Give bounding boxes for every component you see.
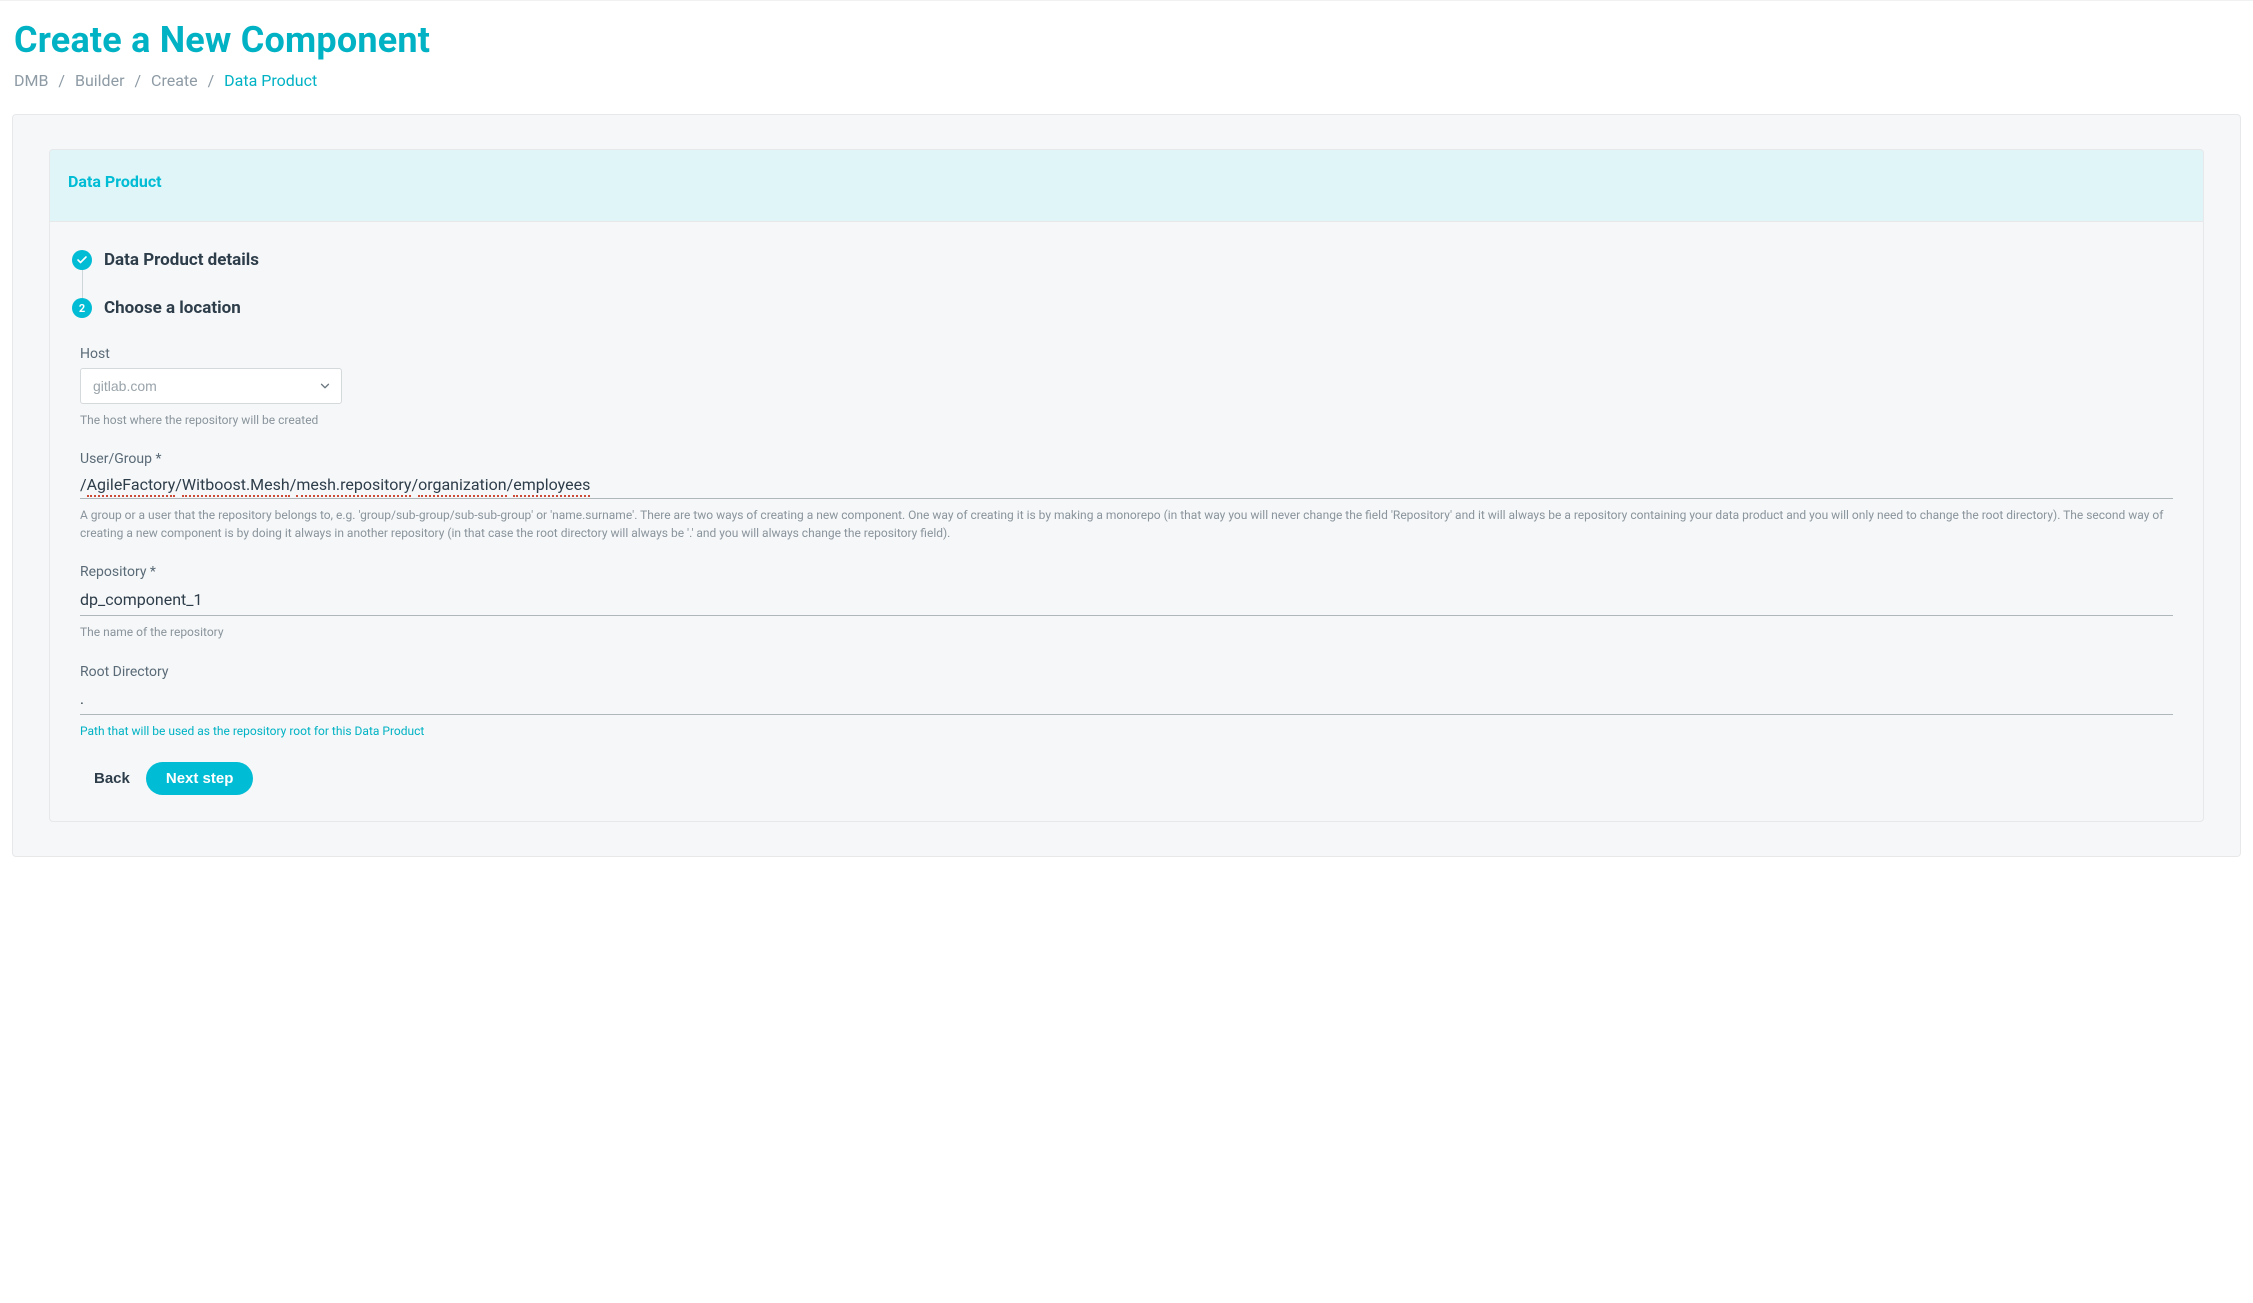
form: Host The host where the repository will … [50, 328, 2203, 821]
breadcrumb-item[interactable]: Create [151, 71, 198, 90]
host-label: Host [80, 346, 2173, 362]
field-repository: Repository The name of the repository [80, 564, 2173, 641]
repository-help: The name of the repository [80, 624, 2173, 641]
check-icon [72, 250, 92, 270]
root-directory-input[interactable] [80, 686, 2173, 715]
form-card: Data Product Data Product details 2 Choo… [49, 149, 2204, 822]
root-directory-label: Root Directory [80, 664, 2173, 680]
breadcrumb-separator: / [208, 71, 215, 90]
next-step-button[interactable]: Next step [146, 762, 254, 795]
breadcrumb-item-current: Data Product [224, 71, 317, 90]
user-group-help: A group or a user that the repository be… [80, 507, 2173, 542]
breadcrumb-item[interactable]: Builder [75, 71, 125, 90]
step-completed[interactable]: Data Product details [72, 250, 2181, 270]
stepper: Data Product details 2 Choose a location [50, 222, 2203, 328]
repository-label: Repository [80, 564, 2173, 580]
form-actions: Back Next step [80, 762, 2173, 795]
breadcrumb-separator: / [134, 71, 141, 90]
main-panel: Data Product Data Product details 2 Choo… [12, 114, 2241, 857]
host-help: The host where the repository will be cr… [80, 412, 2173, 429]
page-title: Create a New Component [14, 19, 2247, 61]
step-label: Data Product details [104, 250, 259, 270]
field-user-group: User/Group /AgileFactory/Witboost.Mesh/m… [80, 451, 2173, 542]
field-root-directory: Root Directory Path that will be used as… [80, 664, 2173, 740]
field-host: Host The host where the repository will … [80, 346, 2173, 429]
user-group-input[interactable]: /AgileFactory/Witboost.Mesh/mesh.reposit… [80, 473, 2173, 499]
step-label: Choose a location [104, 298, 241, 318]
back-button[interactable]: Back [92, 764, 132, 793]
card-header: Data Product [50, 150, 2203, 222]
host-select[interactable] [80, 368, 342, 404]
breadcrumb: DMB / Builder / Create / Data Product [14, 71, 2247, 90]
repository-input[interactable] [80, 586, 2173, 616]
breadcrumb-item[interactable]: DMB [14, 71, 48, 90]
breadcrumb-separator: / [58, 71, 65, 90]
user-group-label: User/Group [80, 451, 2173, 467]
root-directory-help: Path that will be used as the repository… [80, 723, 2173, 740]
step-number-icon: 2 [72, 298, 92, 318]
step-connector [82, 270, 83, 298]
step-current[interactable]: 2 Choose a location [72, 298, 2181, 318]
